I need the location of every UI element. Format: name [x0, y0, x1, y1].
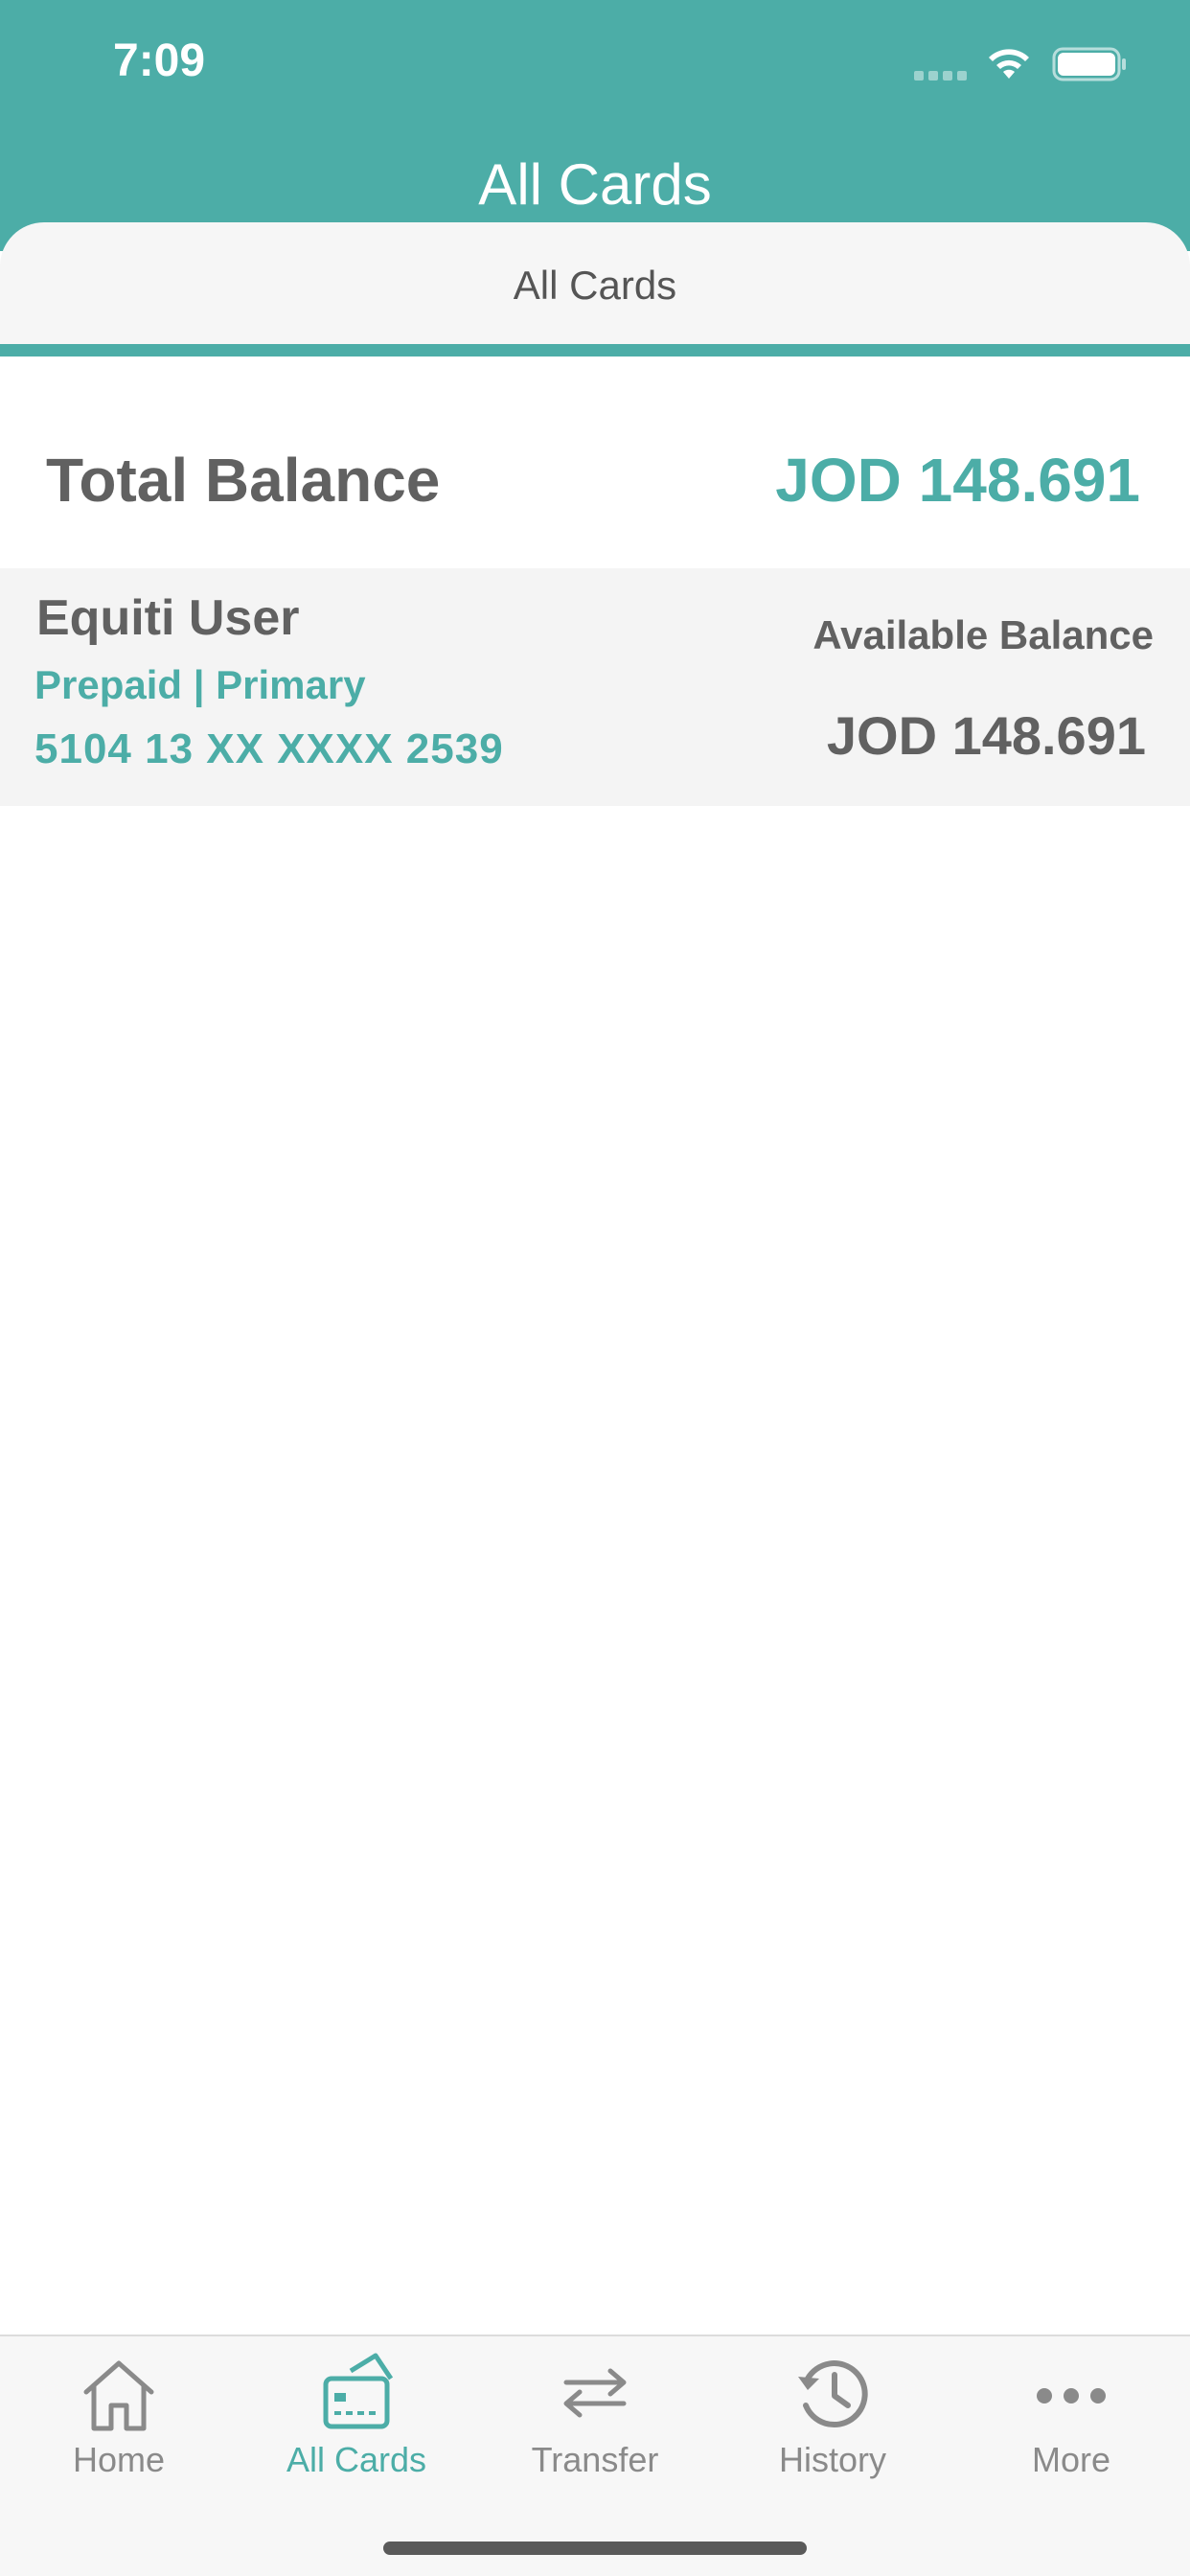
- card-number: 5104 13 XX XXXX 2539: [34, 725, 504, 772]
- available-balance-value: JOD 148.691: [826, 705, 1146, 766]
- card-holder-name: Equiti User: [36, 590, 300, 646]
- tab-home[interactable]: Home: [0, 2336, 238, 2499]
- status-time: 7:09: [113, 35, 206, 86]
- history-icon: [798, 2360, 868, 2428]
- tab-history[interactable]: History: [714, 2336, 951, 2499]
- home-icon: [83, 2360, 154, 2431]
- tab-more[interactable]: More: [952, 2336, 1190, 2499]
- home-indicator: [383, 2542, 807, 2555]
- tab-transfer[interactable]: Transfer: [476, 2336, 714, 2499]
- card-type: Prepaid | Primary: [34, 662, 366, 707]
- total-balance-value: JOD 148.691: [775, 446, 1140, 515]
- battery-icon: [1052, 47, 1126, 81]
- wifi-icon: [989, 49, 1029, 79]
- top-header: 7:09 All Cards: [0, 0, 1190, 251]
- tab-all-cards[interactable]: All Cards: [0, 222, 1190, 356]
- tab-home-label: Home: [72, 2440, 166, 2479]
- cellular-signal-icon: [914, 71, 967, 80]
- card-icon: [323, 2353, 394, 2429]
- tab-all-cards-nav-label: All Cards: [286, 2440, 427, 2479]
- tab-history-label: History: [778, 2440, 886, 2479]
- total-balance-label: Total Balance: [46, 446, 441, 515]
- available-balance-label: Available Balance: [812, 612, 1154, 657]
- card-list-item[interactable]: Equiti User Prepaid | Primary 5104 13 XX…: [0, 568, 1190, 806]
- page-title: All Cards: [478, 152, 712, 217]
- tab-more-label: More: [1031, 2440, 1111, 2479]
- total-balance-row: Total Balance JOD 148.691: [0, 395, 1190, 567]
- tab-all-cards-nav[interactable]: All Cards: [238, 2336, 475, 2499]
- more-icon: [1037, 2388, 1106, 2404]
- bottom-tab-bar: Home All Cards Transfer History More: [0, 2334, 1190, 2576]
- tab-transfer-label: Transfer: [531, 2440, 659, 2479]
- transfer-icon: [563, 2368, 627, 2418]
- tab-all-cards-label: All Cards: [513, 263, 677, 308]
